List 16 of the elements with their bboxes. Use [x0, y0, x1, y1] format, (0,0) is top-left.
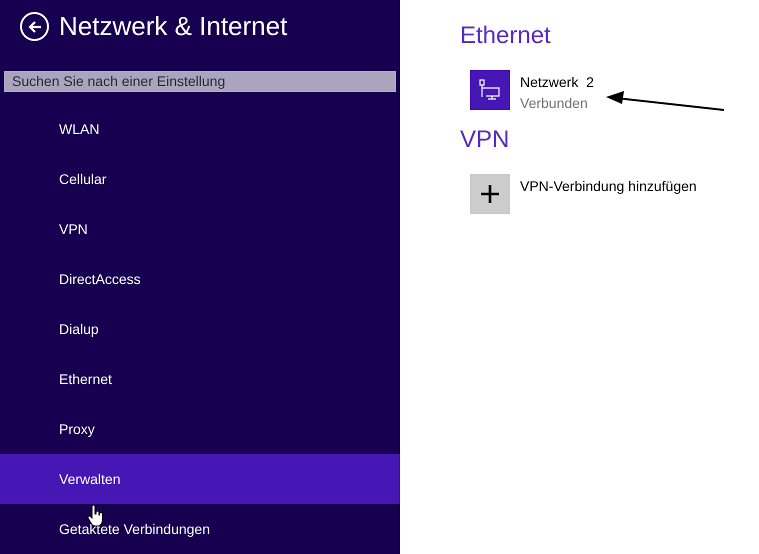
nav-item[interactable]: VPN [0, 204, 400, 254]
section-heading: VPN [460, 125, 510, 155]
nav-item[interactable]: Proxy [0, 404, 400, 454]
section-heading: Ethernet [460, 21, 552, 51]
entry-status: Verbunden [520, 94, 589, 113]
page-title: Netzwerk & Internet [59, 10, 288, 44]
nav-item[interactable]: Getaktete Verbindungen [0, 504, 400, 554]
entry-name: Netzwerk 2 [520, 73, 594, 92]
nav-item[interactable]: Dialup [0, 304, 400, 354]
entry-name: VPN-Verbindung hinzufügen [520, 177, 697, 196]
nav-item[interactable]: DirectAccess [0, 254, 400, 304]
nav-item[interactable]: Cellular [0, 154, 400, 204]
search-field[interactable]: Suchen Sie nach einer Einstellung [4, 70, 396, 92]
nav-item[interactable]: Ethernet [0, 354, 400, 404]
nav-item[interactable]: Verwalten [0, 454, 400, 504]
nav-item[interactable]: WLAN [0, 104, 400, 154]
